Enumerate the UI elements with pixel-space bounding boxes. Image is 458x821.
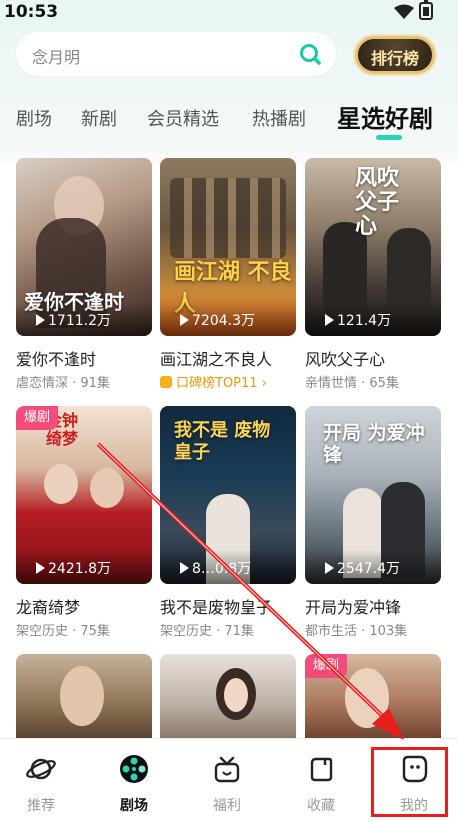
- poster[interactable]: 金钟 绮梦 爆剧 2421.8万: [16, 406, 152, 584]
- drama-title: 爱你不逢时: [16, 350, 97, 369]
- nav-label: 剧场: [120, 798, 148, 814]
- search-bar[interactable]: 念月明: [16, 32, 336, 76]
- ranking-button[interactable]: 排行榜: [355, 36, 435, 74]
- nav-recommend[interactable]: 推荐: [1, 739, 81, 821]
- play-count: 121.4万: [305, 302, 441, 336]
- drama-subtitle: 都市生活 · 103集: [305, 624, 408, 639]
- highlight-box: [371, 747, 448, 817]
- wifi-icon: [394, 4, 414, 19]
- play-icon: [180, 314, 189, 326]
- ranking-button-label: 排行榜: [370, 49, 419, 68]
- tab-theater[interactable]: 剧场: [16, 105, 52, 131]
- poster[interactable]: 爆剧: [305, 654, 441, 738]
- nav-welfare[interactable]: 福利: [187, 739, 267, 821]
- tab-star-picks-label-b: 好剧: [385, 105, 433, 133]
- film-reel-icon: [120, 755, 148, 783]
- status-bar: 10:53: [0, 0, 458, 26]
- poster-title-art: 风吹父子心: [355, 165, 400, 239]
- play-count-text: 2547.4万: [337, 561, 400, 577]
- hot-badge: 爆剧: [16, 406, 59, 430]
- drama-subtitle: 架空历史 · 71集: [160, 624, 254, 639]
- poster[interactable]: 爱你不逢时 1711.2万: [16, 158, 152, 336]
- play-count: 1711.2万: [16, 302, 152, 336]
- poster[interactable]: 风吹父子心 121.4万: [305, 158, 441, 336]
- poster[interactable]: [16, 654, 152, 738]
- poster[interactable]: 画江湖 不良人 7204.3万: [160, 158, 296, 336]
- poster[interactable]: 开局 为爱冲锋 2547.4万: [305, 406, 441, 584]
- nav-favorites[interactable]: 收藏: [281, 739, 361, 821]
- drama-title: 开局为爱冲锋: [305, 598, 402, 617]
- play-count-text: 8…0.8万: [192, 561, 252, 577]
- play-count: 7204.3万: [160, 302, 296, 336]
- play-count-text: 7204.3万: [192, 313, 255, 329]
- play-icon: [180, 562, 189, 574]
- search-icon[interactable]: [298, 42, 322, 66]
- active-tab-indicator: [376, 135, 402, 140]
- play-count: 2547.4万: [305, 550, 441, 584]
- bookmark-icon: [310, 757, 333, 782]
- play-count: 8…0.8万: [160, 550, 296, 584]
- drama-subtitle: 虐恋情深 · 91集: [16, 376, 110, 391]
- play-icon: [36, 314, 45, 326]
- category-tabs: 剧场 新剧 会员精选 热播剧 星选好剧: [0, 96, 458, 140]
- tab-star-picks[interactable]: 星选好剧: [337, 99, 433, 134]
- play-icon: [36, 562, 45, 574]
- drama-subtitle: 亲情世情 · 65集: [305, 376, 399, 391]
- play-count-text: 1711.2万: [48, 313, 111, 329]
- planet-icon: [26, 758, 56, 780]
- play-count-text: 121.4万: [337, 313, 392, 329]
- battery-icon: [419, 0, 433, 20]
- rank-icon: [160, 376, 172, 388]
- nav-label: 福利: [213, 798, 241, 814]
- drama-subtitle: 架空历史 · 75集: [16, 624, 110, 639]
- rank-tag-text: 口碑榜TOP11: [176, 376, 258, 391]
- tab-hot[interactable]: 热播剧: [252, 105, 306, 131]
- play-icon: [325, 314, 334, 326]
- tab-new[interactable]: 新剧: [81, 105, 117, 131]
- play-count-text: 2421.8万: [48, 561, 111, 577]
- drama-title: 风吹父子心: [305, 350, 386, 369]
- drama-title: 龙裔绮梦: [16, 598, 81, 617]
- poster-title-art: 开局 为爱冲锋: [323, 422, 425, 466]
- poster-title-art: 我不是 废物皇子: [174, 420, 271, 463]
- rank-tag[interactable]: 口碑榜TOP11 ›: [160, 372, 267, 391]
- poster[interactable]: 我不是 废物皇子 8…0.8万: [160, 406, 296, 584]
- status-time: 10:53: [4, 2, 59, 22]
- gift-icon: [214, 756, 240, 783]
- hot-badge: 爆剧: [305, 654, 348, 678]
- nav-label: 收藏: [307, 798, 335, 814]
- tab-star-picks-label-a: 星选: [337, 105, 385, 133]
- drama-title: 我不是废物皇子: [160, 598, 273, 617]
- play-icon: [325, 562, 334, 574]
- search-placeholder: 念月明: [32, 48, 81, 67]
- tab-vip[interactable]: 会员精选: [147, 105, 219, 131]
- play-count: 2421.8万: [16, 550, 152, 584]
- nav-theater[interactable]: 剧场: [94, 739, 174, 821]
- nav-label: 推荐: [27, 798, 55, 814]
- poster[interactable]: [160, 654, 296, 738]
- drama-title: 画江湖之不良人: [160, 350, 273, 369]
